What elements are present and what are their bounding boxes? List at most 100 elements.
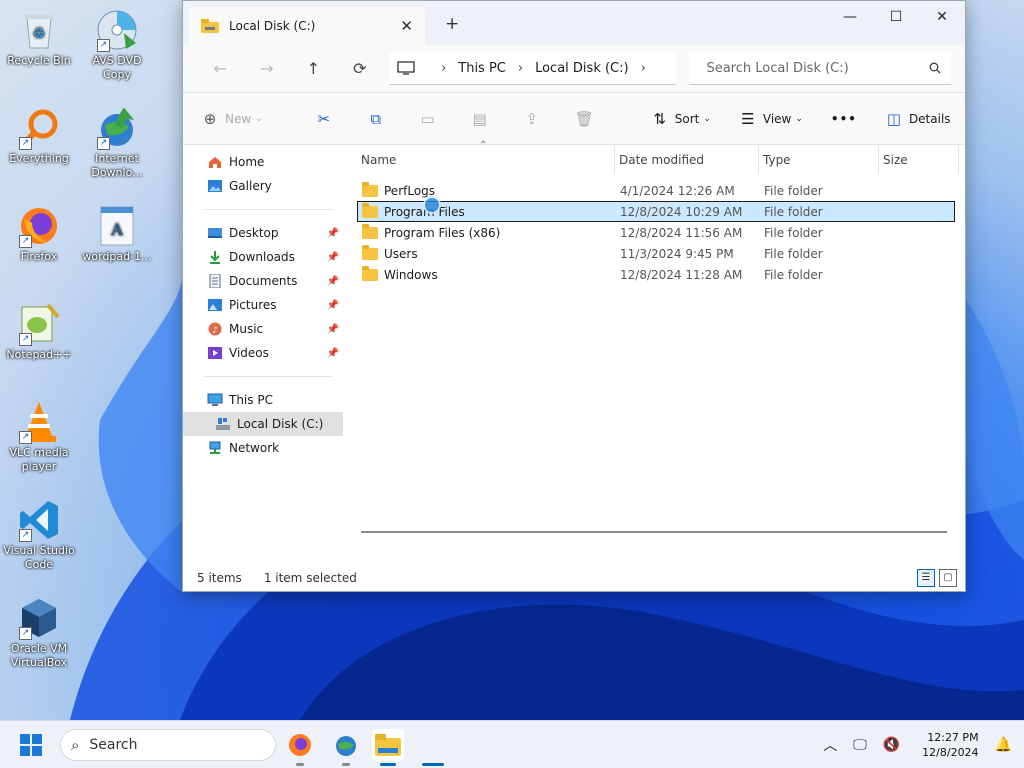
nav-item-desktop[interactable]: Desktop 📌 <box>183 221 343 245</box>
sort-button[interactable]: ⇅ Sort ⌄ <box>651 110 710 128</box>
more-options-button[interactable]: ••• <box>831 112 857 126</box>
horizontal-scrollbar[interactable] <box>361 531 947 533</box>
wordpad-document-icon: A <box>95 204 139 248</box>
desktop-icon-vscode[interactable]: ↗ Visual Studio Code <box>0 498 78 572</box>
paste-button[interactable]: ▭ <box>419 110 443 128</box>
desktop-icon-everything[interactable]: ↗ Everything <box>0 106 78 166</box>
file-date: 12/8/2024 11:28 AM <box>620 267 743 282</box>
breadcrumb[interactable]: › This PC › Local Disk (C:) › <box>389 52 677 85</box>
start-button[interactable] <box>20 734 42 756</box>
desktop-icon-label: Internet Downlo... <box>91 152 143 179</box>
desktop-icon-label: Everything <box>9 152 69 165</box>
nav-item-home[interactable]: Home <box>183 150 343 174</box>
desktop-icon-internet-download-manager[interactable]: ↗ Internet Downlo... <box>78 106 156 180</box>
table-row[interactable]: Users 11/3/2024 9:45 PM File folder <box>357 243 965 264</box>
tiles-view-icon[interactable]: ▢ <box>939 569 957 587</box>
desktop-icon-label: AVS DVD Copy <box>92 54 142 81</box>
desktop-icon-recycle-bin[interactable]: ♻ Recycle Bin <box>0 8 78 68</box>
file-name: PerfLogs <box>384 183 436 198</box>
nav-item-documents[interactable]: Documents 📌 <box>183 269 343 293</box>
window-controls: — ☐ ✕ <box>827 1 965 33</box>
close-tab-icon[interactable]: ✕ <box>400 17 413 35</box>
table-row[interactable]: Program Files (x86) 12/8/2024 11:56 AM F… <box>357 222 965 243</box>
taskbar-file-explorer[interactable] <box>372 729 404 761</box>
breadcrumb-this-pc[interactable]: This PC <box>458 61 506 76</box>
minimize-button[interactable]: — <box>827 1 873 33</box>
nav-item-downloads[interactable]: Downloads 📌 <box>183 245 343 269</box>
taskbar-search-label: Search <box>89 737 138 753</box>
table-row[interactable]: PerfLogs 4/1/2024 12:26 AM File folder <box>357 180 965 201</box>
nav-item-music[interactable]: ♪ Music 📌 <box>183 317 343 341</box>
file-type: File folder <box>764 183 823 198</box>
details-pane-button[interactable]: ◫ Details <box>885 110 951 128</box>
delete-button[interactable]: 🗑 <box>575 110 599 128</box>
search-icon: ⌕ <box>71 736 80 754</box>
nav-item-this-pc[interactable]: This PC <box>183 388 343 412</box>
folder-icon <box>362 202 378 218</box>
item-count: 5 items <box>197 571 242 585</box>
details-view-icon[interactable]: ☰ <box>917 569 935 587</box>
tab-local-disk[interactable]: Local Disk (C:) ✕ <box>189 7 425 45</box>
rename-button[interactable]: ▤ <box>471 110 495 128</box>
view-toggles: ☰ ▢ <box>917 569 957 587</box>
desktop-icon-avs-dvd-copy[interactable]: ↗ AVS DVD Copy <box>78 8 156 82</box>
taskbar-firefox[interactable] <box>284 729 316 761</box>
taskbar: ⌕ Search ︿ 🖵 🔇 12:27 PM 12/8/2024 🔔 <box>0 720 1024 768</box>
share-button[interactable]: ⇪ <box>523 110 547 128</box>
maximize-button[interactable]: ☐ <box>873 1 919 33</box>
clock[interactable]: 12:27 PM 12/8/2024 <box>922 730 978 760</box>
folder-icon <box>375 734 401 756</box>
nav-item-local-disk[interactable]: Local Disk (C:) <box>183 412 343 436</box>
nav-item-label: Videos <box>229 346 269 360</box>
network-status-icon[interactable]: 🖵 <box>853 737 867 753</box>
new-button[interactable]: ⊕ New ⌄ <box>201 110 263 128</box>
drive-folder-icon <box>201 19 219 33</box>
mouse-cursor-icon <box>423 196 441 214</box>
search-input[interactable]: Search Local Disk (C:) <box>690 52 951 85</box>
new-tab-button[interactable]: + <box>445 14 459 34</box>
breadcrumb-local-disk[interactable]: Local Disk (C:) <box>535 61 628 76</box>
column-header-date[interactable]: Date modified <box>615 146 759 174</box>
network-icon <box>209 441 221 454</box>
back-button[interactable]: ← <box>197 59 244 78</box>
nav-item-gallery[interactable]: Gallery <box>183 174 343 198</box>
file-name: Windows <box>384 267 438 282</box>
view-button[interactable]: ☰ View ⌄ <box>739 110 803 128</box>
desktop-icon-vlc[interactable]: ↗ VLC media player <box>0 400 78 474</box>
desktop-icon-virtualbox[interactable]: ↗ Oracle VM VirtualBox <box>0 596 78 670</box>
close-window-button[interactable]: ✕ <box>919 1 965 33</box>
nav-item-pictures[interactable]: Pictures 📌 <box>183 293 343 317</box>
desktop-icon-label: wordpad-1... <box>82 250 152 263</box>
nav-divider <box>205 209 333 210</box>
drive-icon <box>216 418 230 430</box>
table-row-selected[interactable]: Program Files 12/8/2024 10:29 AM File fo… <box>357 201 955 222</box>
chevron-up-icon[interactable]: ︿ <box>823 735 837 755</box>
file-name: Program Files (x86) <box>384 225 501 240</box>
notification-bell-icon[interactable]: 🔔 <box>995 737 1012 753</box>
shortcut-arrow-icon: ↗ <box>19 137 32 150</box>
scissors-icon: ✂ <box>317 109 331 128</box>
column-header-size[interactable]: Size <box>879 146 959 174</box>
copy-button[interactable]: ⧉ <box>367 110 391 128</box>
home-icon <box>209 157 221 168</box>
volume-muted-icon[interactable]: 🔇 <box>883 737 900 753</box>
notepad-plus-plus-icon: ↗ <box>17 302 61 346</box>
taskbar-internet-download-manager[interactable] <box>330 729 362 761</box>
pin-icon: 📌 <box>326 251 339 263</box>
gallery-icon <box>208 180 222 192</box>
forward-button[interactable]: → <box>244 59 291 78</box>
download-arrow-icon <box>210 251 220 264</box>
nav-item-network[interactable]: Network <box>183 436 343 460</box>
table-row[interactable]: Windows 12/8/2024 11:28 AM File folder <box>357 264 965 285</box>
column-header-type[interactable]: Type <box>759 146 879 174</box>
desktop-icon-firefox[interactable]: ↗ Firefox <box>0 204 78 264</box>
up-button[interactable]: ↑ <box>290 59 337 78</box>
refresh-button[interactable]: ⟳ <box>337 59 384 78</box>
taskbar-search[interactable]: ⌕ Search <box>60 729 276 761</box>
nav-item-videos[interactable]: Videos 📌 <box>183 341 343 365</box>
pin-icon: 📌 <box>326 227 339 239</box>
shortcut-arrow-icon: ↗ <box>19 235 32 248</box>
cut-button[interactable]: ✂ <box>315 110 339 128</box>
desktop-icon-notepad-plus-plus[interactable]: ↗ Notepad++ <box>0 302 78 362</box>
desktop-icon-wordpad[interactable]: A wordpad-1... <box>78 204 156 264</box>
